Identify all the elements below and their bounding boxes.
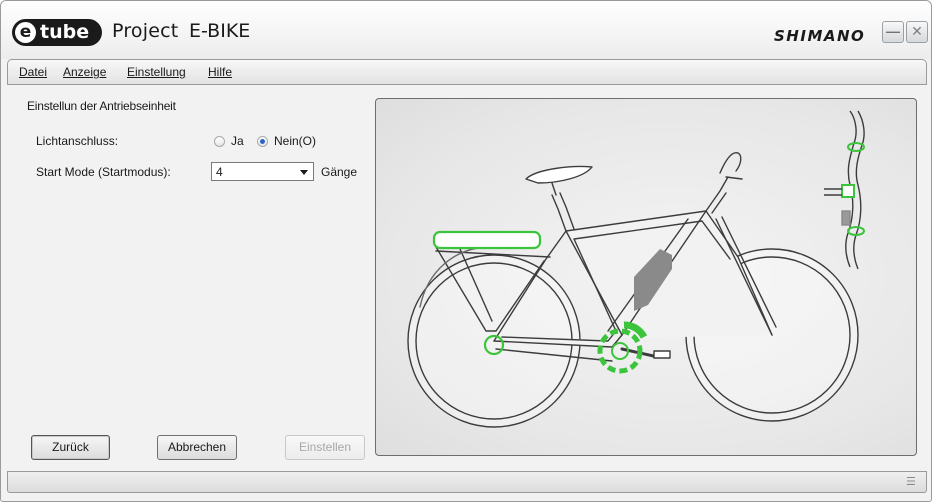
start-mode-select[interactable]: 4 (211, 162, 314, 181)
cancel-button[interactable]: Abbrechen (157, 435, 237, 460)
start-mode-unit: Gänge (321, 165, 358, 179)
minimize-icon: — (886, 23, 900, 39)
close-icon: ✕ (911, 23, 923, 39)
e-bike-illustration (407, 110, 865, 428)
status-bar: ☰ (7, 471, 927, 493)
etube-logo: e tube (12, 19, 102, 46)
app-mode: E-BIKE (189, 20, 251, 42)
radio-nein-label[interactable]: Nein(O) (274, 134, 316, 148)
menu-einstellung[interactable]: Einstellung (127, 65, 186, 79)
start-mode-value: 4 (216, 165, 223, 179)
radio-nein[interactable] (257, 136, 268, 147)
rear-light-highlight (432, 230, 542, 250)
radio-ja[interactable] (214, 136, 225, 147)
back-button[interactable]: Zurück (31, 435, 110, 460)
dropdown-arrow-icon (300, 170, 308, 175)
logo-e-mark: e (15, 22, 36, 43)
start-mode-label: Start Mode (Startmodus): (36, 165, 171, 179)
menu-bar: Datei Anzeige Einstellung Hilfe (7, 59, 927, 85)
radio-ja-label[interactable]: Ja (231, 134, 244, 148)
menu-anzeige[interactable]: Anzeige (63, 65, 106, 79)
close-button[interactable]: ✕ (906, 21, 928, 43)
handlebar-detail (824, 110, 865, 270)
section-title: Einstellun der Antriebseinheit (27, 99, 176, 113)
minimize-button[interactable]: — (882, 21, 904, 43)
bike-image-panel (375, 98, 917, 456)
app-window: e tube Project E-BIKE SHIMANO — ✕ Datei … (0, 0, 932, 502)
app-name: Project (112, 20, 179, 42)
shimano-logo: SHIMANO (774, 27, 866, 45)
statusbar-menu-icon[interactable]: ☰ (906, 476, 920, 488)
menu-datei[interactable]: Datei (19, 65, 47, 79)
light-label: Lichtanschluss: (36, 134, 119, 148)
logo-text: tube (40, 21, 90, 43)
apply-button[interactable]: Einstellen (285, 435, 365, 460)
title-bar: e tube Project E-BIKE SHIMANO — ✕ (1, 1, 931, 59)
menu-hilfe[interactable]: Hilfe (208, 65, 232, 79)
